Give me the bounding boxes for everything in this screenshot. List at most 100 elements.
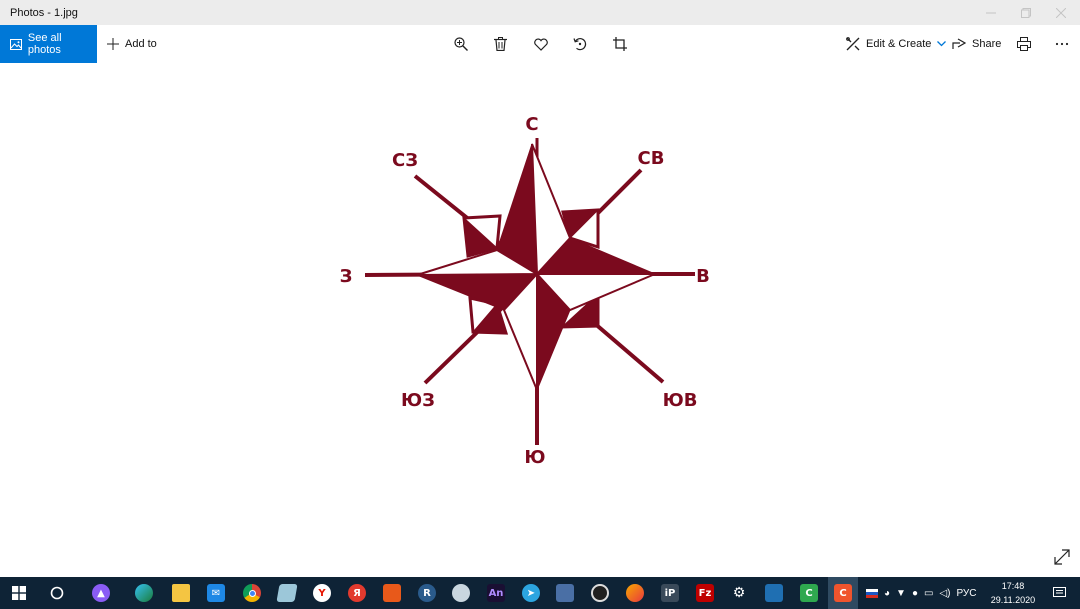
clock-date: 29.11.2020 — [990, 595, 1036, 605]
taskbar-edge[interactable] — [129, 577, 159, 609]
tray-app-icon[interactable]: ◕ — [884, 588, 890, 599]
edge-icon — [135, 584, 153, 602]
crop-icon — [613, 37, 627, 51]
network-icon[interactable]: ▭ — [924, 588, 933, 599]
filezilla-icon: Fz — [696, 584, 714, 602]
label-south: Ю — [524, 447, 545, 468]
r-app-icon: R — [418, 584, 436, 602]
zoom-in-icon — [454, 37, 468, 51]
taskbar-file-explorer[interactable] — [166, 577, 196, 609]
taskbar-chrome[interactable] — [237, 577, 267, 609]
taskbar-mail[interactable]: ✉ — [201, 577, 231, 609]
alice-icon: ▲ — [92, 584, 110, 602]
add-to-button[interactable]: Add to — [107, 25, 157, 63]
network-arrows-icon[interactable]: ▼ — [896, 588, 906, 599]
mail-icon: ✉ — [207, 584, 225, 602]
rotate-icon — [573, 38, 587, 51]
taskbar-photos[interactable] — [759, 577, 789, 609]
office-icon — [383, 584, 401, 602]
taskbar-paint-app[interactable] — [620, 577, 650, 609]
favorite-button[interactable] — [534, 25, 548, 63]
notifications-icon — [1052, 587, 1066, 597]
yandex-ya-icon: Я — [348, 584, 366, 602]
title-bar: Photos - 1.jpg — [0, 0, 1080, 25]
minimize-icon — [986, 12, 996, 13]
edit-create-button[interactable]: Edit & Create — [846, 25, 947, 63]
edit-create-label: Edit & Create — [866, 38, 932, 50]
more-icon — [1055, 42, 1069, 46]
trash-icon — [494, 37, 507, 51]
photos-window: Photos - 1.jpg See all photos Add to Edi… — [0, 0, 1080, 609]
action-center-button[interactable] — [1044, 577, 1074, 609]
taskbar-yandex-browser[interactable]: Я — [342, 577, 372, 609]
taskbar-notepad[interactable] — [272, 577, 302, 609]
label-north: С — [525, 114, 538, 135]
taskbar-office[interactable] — [377, 577, 407, 609]
rotate-button[interactable] — [573, 25, 587, 63]
gear-icon: ⚙ — [732, 585, 746, 601]
edit-create-icon — [846, 37, 860, 51]
paint-app-icon — [626, 584, 644, 602]
camtasia-green-icon: C — [800, 584, 818, 602]
image-viewer[interactable]: С СВ В ЮВ Ю ЮЗ З СЗ — [0, 63, 1080, 575]
telegram-icon: ➤ — [522, 584, 540, 602]
animate-icon: An — [487, 584, 505, 602]
label-west: З — [340, 266, 353, 287]
windows-logo-icon — [12, 586, 26, 600]
share-button[interactable]: Share — [952, 25, 1001, 63]
printer-icon — [1017, 37, 1031, 51]
taskbar: ▲ ✉ Y Я R An ➤ iP Fz ⚙ C C ◕ ▼ ● ▭ ◁) РУ… — [0, 577, 1080, 609]
see-all-photos-button[interactable]: See all photos — [0, 25, 97, 63]
floppy-icon — [556, 584, 574, 602]
obs-icon — [591, 584, 609, 602]
see-all-photos-label: See all photos — [27, 32, 62, 56]
crop-button[interactable] — [613, 25, 627, 63]
close-button[interactable] — [1044, 0, 1078, 25]
share-label: Share — [972, 38, 1002, 50]
restore-icon — [1021, 7, 1031, 18]
taskbar-yandex[interactable]: Y — [307, 577, 337, 609]
taskbar-filezilla[interactable]: Fz — [690, 577, 720, 609]
plus-icon — [107, 38, 119, 50]
palette-icon — [452, 584, 470, 602]
taskbar-animate[interactable]: An — [481, 577, 511, 609]
print-button[interactable] — [1017, 25, 1031, 63]
taskbar-obs[interactable] — [585, 577, 615, 609]
clock[interactable]: 17:48 29.11.2020 — [990, 579, 1036, 607]
taskbar-camtasia-orange[interactable]: C — [828, 577, 858, 609]
notepad-icon — [276, 584, 298, 602]
yandex-y-icon: Y — [313, 584, 331, 602]
maximize-button[interactable] — [1009, 0, 1043, 25]
minimize-button[interactable] — [974, 0, 1008, 25]
start-button[interactable] — [4, 577, 34, 609]
taskbar-paint[interactable] — [446, 577, 476, 609]
full-screen-button[interactable] — [1053, 548, 1071, 571]
language-indicator[interactable]: РУС — [956, 588, 976, 599]
volume-icon[interactable]: ◁) — [939, 588, 950, 599]
chevron-down-icon — [937, 41, 947, 47]
label-southwest: ЮЗ — [401, 390, 435, 411]
microphone-icon[interactable]: ● — [912, 588, 918, 599]
search-button[interactable] — [42, 577, 72, 609]
clock-time: 17:48 — [1001, 581, 1025, 591]
taskbar-ip-app[interactable]: iP — [655, 577, 685, 609]
delete-button[interactable] — [494, 25, 507, 63]
label-east: В — [696, 266, 710, 287]
zoom-button[interactable] — [454, 25, 468, 63]
taskbar-settings[interactable]: ⚙ — [724, 577, 754, 609]
share-icon — [952, 38, 966, 49]
taskbar-save-app[interactable] — [550, 577, 580, 609]
label-southeast: ЮВ — [663, 390, 698, 411]
taskbar-alice[interactable]: ▲ — [86, 577, 116, 609]
label-northwest: СЗ — [392, 150, 418, 171]
taskbar-camtasia-green[interactable]: C — [794, 577, 824, 609]
camtasia-orange-icon: C — [834, 584, 852, 602]
taskbar-r-app[interactable]: R — [412, 577, 442, 609]
more-options-button[interactable] — [1055, 25, 1069, 63]
close-icon — [1056, 7, 1066, 18]
system-tray: ◕ ▼ ● ▭ ◁) РУС — [866, 577, 977, 609]
russia-flag-icon[interactable] — [866, 588, 878, 598]
taskbar-telegram[interactable]: ➤ — [516, 577, 546, 609]
label-northeast: СВ — [638, 148, 665, 169]
ip-icon: iP — [661, 584, 679, 602]
